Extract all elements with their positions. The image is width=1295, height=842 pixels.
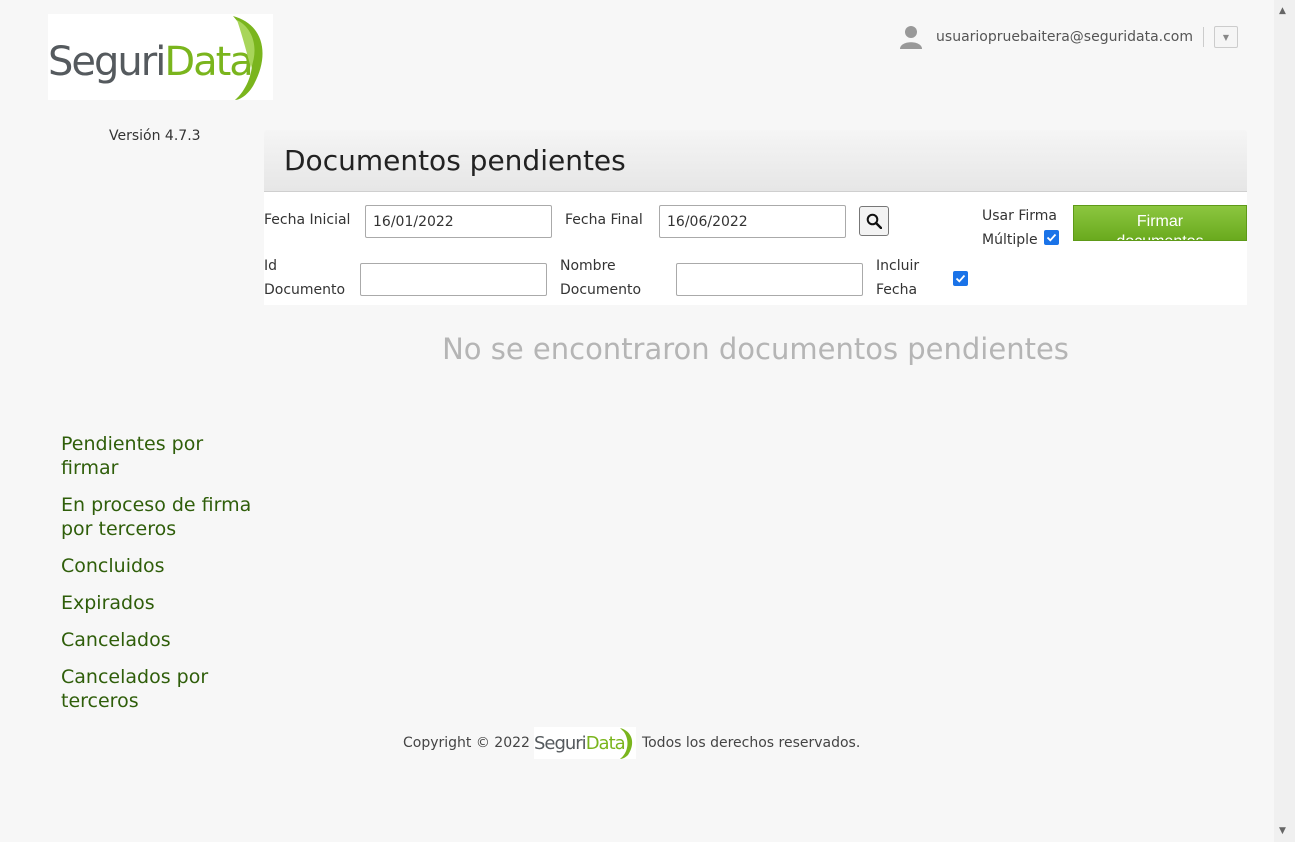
chevron-down-icon: ▼	[1222, 32, 1230, 42]
page-title: Documentos pendientes	[284, 144, 626, 177]
sidebar-item-cancelados[interactable]: Cancelados	[61, 628, 266, 652]
copyright-text: Copyright © 2022	[403, 735, 530, 751]
check-icon	[1046, 233, 1057, 242]
id-documento-input[interactable]	[360, 263, 547, 296]
scroll-down-arrow-icon[interactable]: ▼	[1279, 826, 1286, 836]
sidebar-item-pendientes[interactable]: Pendientes por firmar	[61, 432, 266, 480]
search-button[interactable]	[859, 206, 889, 236]
firmar-documentos-label: Firmar documentos	[1116, 213, 1203, 240]
nombre-documento-label-line1: Nombre	[560, 258, 616, 274]
filter-form: Fecha Inicial Fecha Final Usar Firma Múl…	[264, 192, 1247, 305]
user-icon	[900, 26, 923, 49]
sidebar-item-en-proceso[interactable]: En proceso de firma por terceros	[61, 493, 266, 541]
sidebar-item-concluidos[interactable]: Concluidos	[61, 554, 266, 578]
user-menu[interactable]: usuariopruebaitera@seguridata.com ▼	[898, 22, 1238, 52]
incluir-fecha-label-line2: Fecha	[876, 282, 918, 298]
seguridata-logo: SeguriData	[48, 14, 273, 100]
fecha-final-input[interactable]	[659, 205, 846, 238]
nombre-documento-label-line2: Documento	[560, 282, 642, 298]
leaf-icon	[233, 16, 263, 100]
user-email: usuariopruebaitera@seguridata.com	[936, 29, 1193, 45]
id-documento-label-line1: Id	[264, 258, 278, 274]
fecha-inicial-label: Fecha Inicial	[264, 212, 351, 228]
empty-state-message: No se encontraron documentos pendientes	[442, 332, 1069, 366]
usar-firma-multiple-checkbox[interactable]	[1044, 230, 1059, 245]
sidebar-nav: Pendientes por firmar En proceso de firm…	[61, 432, 266, 726]
leaf-icon	[619, 728, 633, 759]
id-documento-label-line2: Documento	[264, 282, 346, 298]
user-separator	[1203, 27, 1204, 47]
footer-logo: SeguriData	[533, 727, 636, 759]
incluir-fecha-label-line1: Incluir	[876, 258, 920, 274]
search-icon	[866, 213, 882, 229]
version-label: Versión 4.7.3	[109, 128, 201, 144]
incluir-fecha-checkbox[interactable]	[953, 271, 968, 286]
fecha-final-label: Fecha Final	[565, 212, 643, 228]
panel-header: Documentos pendientes	[264, 130, 1247, 192]
sidebar-item-expirados[interactable]: Expirados	[61, 591, 266, 615]
user-dropdown-button[interactable]: ▼	[1214, 26, 1238, 48]
sidebar-item-cancelados-terceros[interactable]: Cancelados por terceros	[61, 665, 266, 713]
fecha-inicial-input[interactable]	[365, 205, 552, 238]
usar-firma-label-line1: Usar Firma	[982, 208, 1057, 224]
usar-firma-label-line2: Múltiple	[982, 232, 1038, 248]
page-scrollbar[interactable]: ▲ ▼	[1274, 0, 1295, 842]
nombre-documento-input[interactable]	[676, 263, 863, 296]
check-icon	[955, 274, 966, 283]
scroll-up-arrow-icon[interactable]: ▲	[1279, 6, 1286, 16]
firmar-documentos-button[interactable]: Firmar documentos	[1073, 205, 1247, 241]
footer: Copyright © 2022 SeguriData Todos los de…	[403, 726, 860, 760]
rights-text: Todos los derechos reservados.	[641, 735, 861, 751]
